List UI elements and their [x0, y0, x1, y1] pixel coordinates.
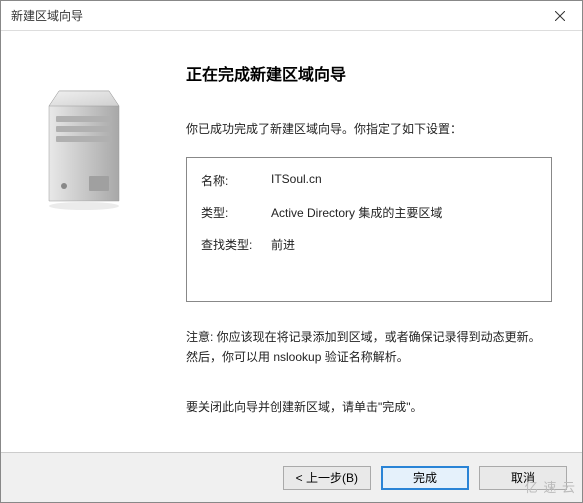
summary-row-type: 类型: Active Directory 集成的主要区域: [201, 204, 537, 221]
wizard-window: 新建区域向导: [0, 0, 583, 503]
finish-button[interactable]: 完成: [381, 466, 469, 490]
titlebar: 新建区域向导: [1, 1, 582, 31]
lookup-label: 查找类型:: [201, 236, 271, 253]
right-panel: 正在完成新建区域向导 你已成功完成了新建区域向导。你指定了如下设置： 名称: I…: [166, 31, 582, 451]
summary-row-lookup: 查找类型: 前进: [201, 236, 537, 253]
close-icon: [555, 11, 565, 21]
type-label: 类型:: [201, 204, 271, 221]
watermark: 亿 速 云: [525, 477, 576, 496]
close-button[interactable]: [537, 1, 582, 31]
server-icon: [34, 81, 134, 211]
back-button[interactable]: < 上一步(B): [283, 466, 371, 490]
name-label: 名称:: [201, 172, 271, 189]
wizard-heading: 正在完成新建区域向导: [186, 61, 552, 85]
success-text: 你已成功完成了新建区域向导。你指定了如下设置：: [186, 120, 552, 137]
footer: < 上一步(B) 完成 取消: [1, 452, 582, 502]
summary-box: 名称: ITSoul.cn 类型: Active Directory 集成的主要…: [186, 157, 552, 302]
window-title: 新建区域向导: [1, 7, 83, 24]
content-area: 正在完成新建区域向导 你已成功完成了新建区域向导。你指定了如下设置： 名称: I…: [1, 31, 582, 451]
instruction-text: 要关闭此向导并创建新区域，请单击"完成"。: [186, 398, 552, 415]
summary-row-name: 名称: ITSoul.cn: [201, 172, 537, 189]
type-value: Active Directory 集成的主要区域: [271, 204, 442, 221]
left-panel: [1, 31, 166, 451]
name-value: ITSoul.cn: [271, 172, 322, 189]
lookup-value: 前进: [271, 236, 295, 253]
note-text: 注意: 你应该现在将记录添加到区域，或者确保记录得到动态更新。然后，你可以用 n…: [186, 327, 552, 368]
